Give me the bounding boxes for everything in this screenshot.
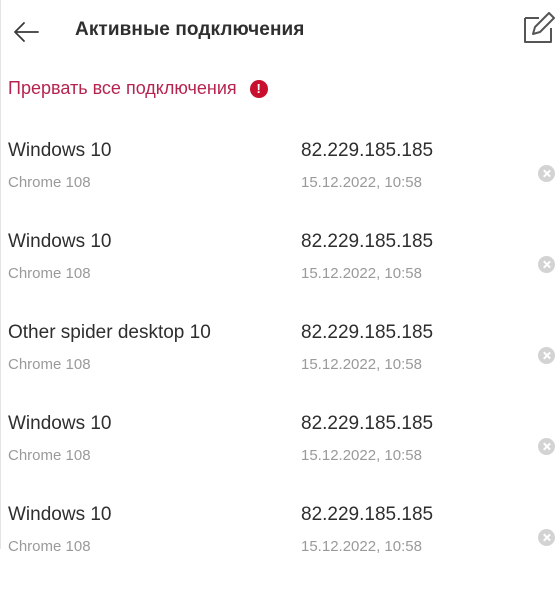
session-device: Windows 10	[8, 140, 112, 161]
close-icon[interactable]	[538, 256, 555, 273]
session-ip: 82.229.185.185	[301, 322, 434, 343]
session-row: Windows 10 Chrome 108 82.229.185.185 15.…	[0, 413, 555, 504]
session-datetime: 15.12.2022, 10:58	[301, 174, 422, 191]
edit-icon[interactable]	[523, 12, 555, 44]
session-device: Windows 10	[8, 231, 112, 252]
session-datetime: 15.12.2022, 10:58	[301, 538, 422, 555]
session-ip: 82.229.185.185	[301, 413, 434, 434]
session-list: Windows 10 Chrome 108 82.229.185.185 15.…	[0, 140, 555, 595]
session-device: Other spider desktop 10	[8, 322, 211, 343]
terminate-all-label: Прервать все подключения	[8, 78, 237, 98]
session-row: Other spider desktop 10 Chrome 108 82.22…	[0, 322, 555, 413]
session-ip: 82.229.185.185	[301, 231, 434, 252]
session-row: Windows 10 Chrome 108 82.229.185.185 15.…	[0, 504, 555, 595]
session-browser: Chrome 108	[8, 174, 91, 191]
session-browser: Chrome 108	[8, 447, 91, 464]
app-header: Активные подключения	[0, 0, 555, 62]
session-browser: Chrome 108	[8, 538, 91, 555]
session-device: Windows 10	[8, 504, 112, 525]
session-device: Windows 10	[8, 413, 112, 434]
session-browser: Chrome 108	[8, 356, 91, 373]
session-ip: 82.229.185.185	[301, 140, 434, 161]
session-browser: Chrome 108	[8, 265, 91, 282]
session-datetime: 15.12.2022, 10:58	[301, 265, 422, 282]
close-icon[interactable]	[538, 438, 555, 455]
close-icon[interactable]	[538, 347, 555, 364]
session-row: Windows 10 Chrome 108 82.229.185.185 15.…	[0, 140, 555, 231]
close-icon[interactable]	[538, 529, 555, 546]
session-datetime: 15.12.2022, 10:58	[301, 447, 422, 464]
exclamation-circle-icon: !	[249, 79, 268, 98]
session-datetime: 15.12.2022, 10:58	[301, 356, 422, 373]
session-ip: 82.229.185.185	[301, 504, 434, 525]
page-title: Активные подключения	[75, 19, 305, 40]
arrow-left-icon[interactable]	[12, 20, 40, 44]
close-icon[interactable]	[538, 165, 555, 182]
terminate-all-button[interactable]: Прервать все подключения !	[8, 78, 268, 99]
session-row: Windows 10 Chrome 108 82.229.185.185 15.…	[0, 231, 555, 322]
